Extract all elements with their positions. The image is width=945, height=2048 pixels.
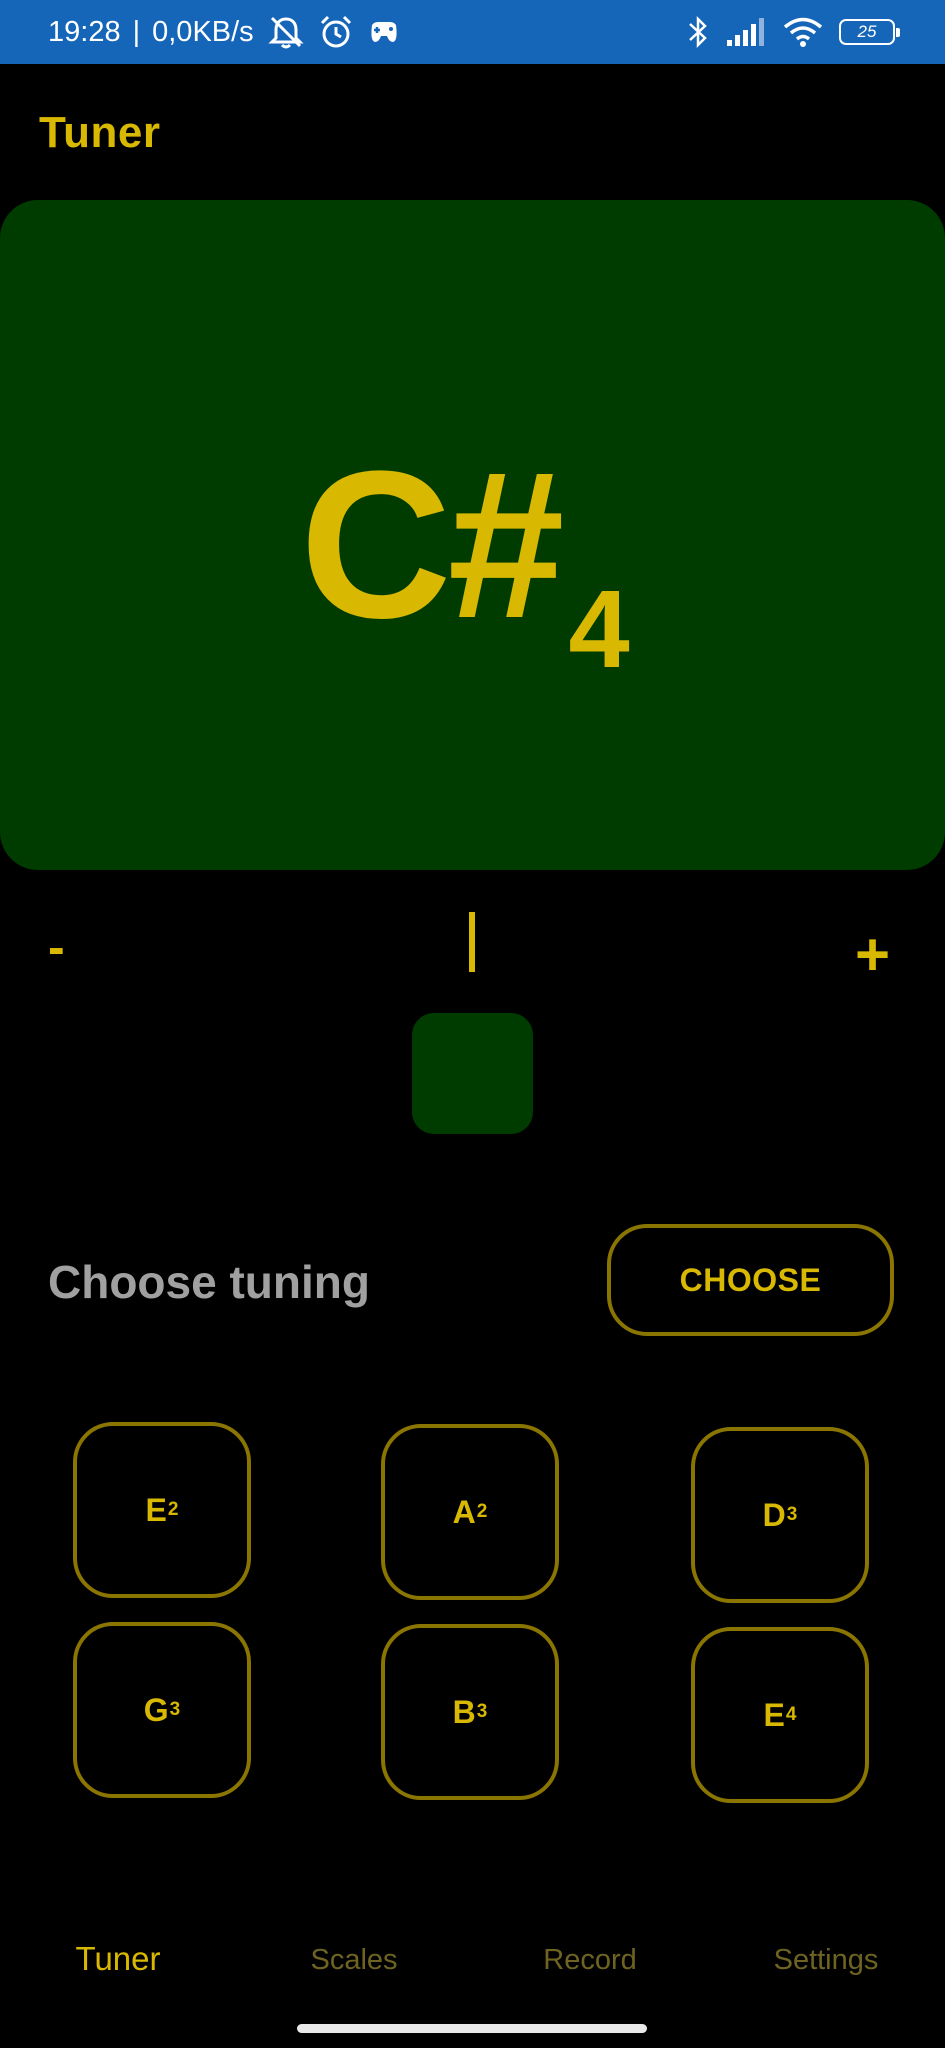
sharp-indicator: + bbox=[855, 921, 891, 988]
string-octave: 4 bbox=[785, 1704, 797, 1725]
string-button-e4[interactable]: E4 bbox=[691, 1627, 869, 1803]
detected-note: C# 4 bbox=[300, 427, 630, 685]
string-button-e2[interactable]: E2 bbox=[73, 1422, 251, 1598]
choose-tuning-button[interactable]: CHOOSE bbox=[607, 1224, 894, 1336]
note-name: C# bbox=[300, 427, 564, 662]
status-separator: | bbox=[132, 15, 141, 48]
string-button-g3[interactable]: G3 bbox=[73, 1622, 251, 1798]
string-octave: 3 bbox=[786, 1504, 798, 1525]
string-octave: 3 bbox=[169, 1699, 181, 1720]
note-octave: 4 bbox=[568, 568, 630, 691]
bottom-navigation: Tuner Scales Record Settings bbox=[0, 1940, 945, 2010]
string-note: E bbox=[763, 1696, 785, 1733]
status-speed: 0,0KB/s bbox=[152, 15, 254, 48]
signal-icon bbox=[725, 16, 767, 48]
wifi-icon bbox=[783, 16, 823, 48]
pitch-indicator bbox=[412, 1013, 533, 1134]
flat-indicator: - bbox=[48, 919, 65, 975]
choose-tuning-label: Choose tuning bbox=[48, 1256, 370, 1308]
nav-tab-record[interactable]: Record bbox=[543, 1944, 637, 1977]
string-note: D bbox=[762, 1496, 786, 1533]
string-octave: 2 bbox=[167, 1499, 179, 1520]
nav-tab-tuner[interactable]: Tuner bbox=[76, 1940, 161, 1978]
battery-level: 25 bbox=[857, 22, 877, 41]
status-time: 19:28 bbox=[48, 15, 121, 48]
nav-tab-scales[interactable]: Scales bbox=[310, 1944, 397, 1977]
status-left: 19:28 | 0,0KB/s bbox=[48, 14, 402, 50]
alarm-icon bbox=[318, 14, 354, 50]
status-right: 25 bbox=[687, 14, 900, 50]
string-octave: 3 bbox=[476, 1701, 488, 1722]
string-button-a2[interactable]: A2 bbox=[381, 1424, 559, 1600]
string-note: A bbox=[452, 1493, 476, 1530]
status-bar: 19:28 | 0,0KB/s 25 bbox=[0, 0, 945, 64]
home-indicator[interactable] bbox=[297, 2024, 647, 2033]
bluetooth-icon bbox=[687, 14, 709, 50]
string-note: E bbox=[145, 1491, 167, 1528]
page-title: Tuner bbox=[39, 108, 161, 157]
string-note: B bbox=[452, 1693, 476, 1730]
battery-icon: 25 bbox=[839, 19, 900, 45]
nav-tab-settings[interactable]: Settings bbox=[774, 1944, 879, 1977]
string-octave: 2 bbox=[476, 1501, 488, 1522]
string-button-b3[interactable]: B3 bbox=[381, 1624, 559, 1800]
screen: 19:28 | 0,0KB/s 25 Tuner C# 4 - + Choose… bbox=[0, 0, 945, 2048]
string-button-d3[interactable]: D3 bbox=[691, 1427, 869, 1603]
game-controller-icon bbox=[366, 17, 402, 47]
in-tune-center-mark bbox=[469, 912, 475, 972]
mute-notifications-icon bbox=[266, 14, 306, 50]
string-note: G bbox=[143, 1691, 169, 1728]
